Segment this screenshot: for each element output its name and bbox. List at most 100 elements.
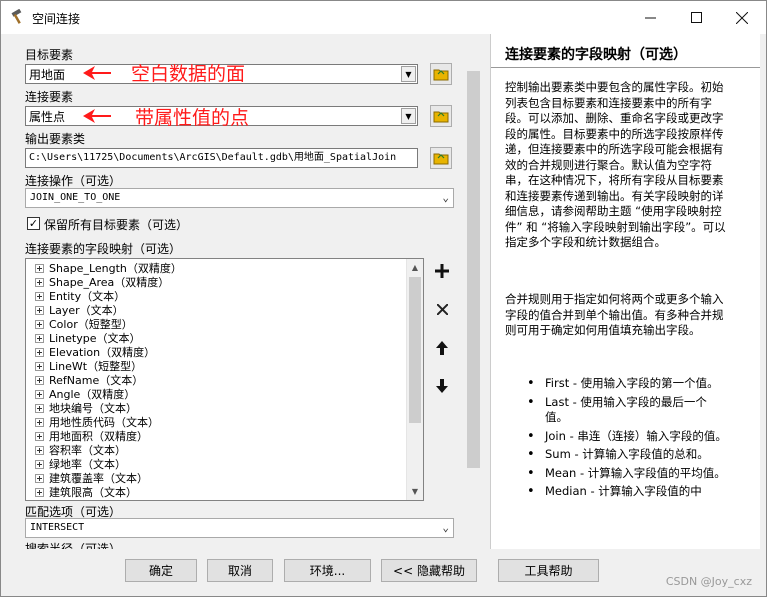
join-operation-dropdown[interactable]: JOIN_ONE_TO_ONE ⌄ xyxy=(25,188,454,208)
move-up-button[interactable] xyxy=(431,337,453,359)
title-bar[interactable]: 空间连接 xyxy=(1,1,766,34)
target-browse-button[interactable] xyxy=(430,63,452,85)
plus-icon xyxy=(435,264,449,278)
join-features-label: 连接要素 xyxy=(25,90,74,104)
join-features-value: 属性点 xyxy=(29,110,66,124)
field-map-label: 连接要素的字段映射（可选） xyxy=(25,242,182,256)
field-map-row[interactable]: 建筑覆盖率（文本） xyxy=(35,471,148,485)
expand-icon[interactable] xyxy=(35,347,44,357)
expand-icon[interactable] xyxy=(35,417,44,427)
maximize-button[interactable] xyxy=(673,1,719,34)
expand-icon[interactable] xyxy=(35,459,44,469)
cancel-button[interactable]: 取消 xyxy=(207,559,273,582)
close-button[interactable] xyxy=(719,1,765,34)
keep-all-label: 保留所有目标要素（可选） xyxy=(44,218,189,232)
expand-icon[interactable] xyxy=(35,305,44,315)
expand-icon[interactable] xyxy=(35,445,44,455)
folder-icon xyxy=(433,69,449,81)
field-map-scrollbar[interactable]: ▲ ▼ xyxy=(406,259,423,500)
field-map-row[interactable]: Layer（文本） xyxy=(35,303,124,317)
chevron-down-icon: ⌄ xyxy=(442,191,449,204)
annotation-arrow-icon xyxy=(83,66,111,80)
dialog-window: 空间连接 目标要素 用地面 ▼ 连接要素 属性点 ▼ 输出要素类 C:\User… xyxy=(0,0,767,597)
field-map-row[interactable]: Color（短整型） xyxy=(35,317,133,331)
merge-rules-list: First - 使用输入字段的第一个值。 Last - 使用输入字段的最后一个值… xyxy=(527,376,727,503)
field-map-row[interactable]: Linetype（文本） xyxy=(35,331,141,345)
list-item: First - 使用输入字段的第一个值。 xyxy=(527,376,727,392)
field-map-row[interactable]: 用地面积（双精度） xyxy=(35,429,148,443)
output-browse-button[interactable] xyxy=(430,147,452,169)
expand-icon[interactable] xyxy=(35,333,44,343)
match-option-dropdown[interactable]: INTERSECT ⌄ xyxy=(25,518,454,538)
scroll-thumb[interactable] xyxy=(409,277,421,423)
field-map-row[interactable]: Shape_Area（双精度） xyxy=(35,275,169,289)
hide-help-button[interactable]: << 隐藏帮助 xyxy=(381,559,477,582)
ok-button[interactable]: 确定 xyxy=(125,559,197,582)
field-map-list[interactable]: Shape_Length（双精度） Shape_Area（双精度） Entity（文… xyxy=(25,258,424,501)
expand-icon[interactable] xyxy=(35,291,44,301)
field-map-row[interactable]: Entity（文本） xyxy=(35,289,125,303)
expand-icon[interactable] xyxy=(35,375,44,385)
folder-icon xyxy=(433,111,449,123)
hammer-icon xyxy=(11,9,22,24)
field-map-row[interactable]: 容积率（文本） xyxy=(35,443,126,457)
expand-icon[interactable] xyxy=(35,361,44,371)
help-title: 连接要素的字段映射（可选） xyxy=(505,47,687,63)
button-bar: 确定 取消 环境... << 隐藏帮助 工具帮助 CSDN @Joy_cxz xyxy=(1,549,766,596)
expand-icon[interactable] xyxy=(35,389,44,399)
environments-button[interactable]: 环境... xyxy=(284,559,371,582)
list-item: Sum - 计算输入字段值的总和。 xyxy=(527,447,727,463)
list-item: Median - 计算输入字段值的中 xyxy=(527,484,727,500)
field-map-row[interactable]: 建筑限高（文本） xyxy=(35,485,137,499)
chevron-down-icon[interactable]: ▼ xyxy=(401,66,416,82)
expand-icon[interactable] xyxy=(35,431,44,441)
help-paragraph: 合并规则用于指定如何将两个或更多个输入字段的值合并到单个输出值。有多种合并规则可… xyxy=(505,292,724,337)
close-icon xyxy=(736,11,748,24)
output-feature-class-value: C:\Users\11725\Documents\ArcGIS\Default.… xyxy=(29,152,397,163)
search-radius-label: 搜索半径（可选） xyxy=(25,542,122,549)
panel-scroll-thumb[interactable] xyxy=(467,71,480,468)
join-annotation: 带属性值的点 xyxy=(135,107,250,129)
minimize-button[interactable] xyxy=(627,1,673,34)
field-map-row[interactable]: LineWt（短整型） xyxy=(35,359,142,373)
folder-icon xyxy=(433,153,449,165)
output-feature-class-input[interactable]: C:\Users\11725\Documents\ArcGIS\Default.… xyxy=(25,148,418,168)
window-title: 空间连接 xyxy=(32,12,81,26)
field-map-row[interactable]: RefName（文本） xyxy=(35,373,143,387)
expand-icon[interactable] xyxy=(35,263,44,273)
field-map-row[interactable]: Elevation（双精度） xyxy=(35,345,155,359)
minimize-icon xyxy=(644,17,656,19)
target-annotation: 空白数据的面 xyxy=(131,63,246,85)
delete-field-button[interactable] xyxy=(431,298,453,320)
list-item: Join - 串连（连接）输入字段的值。 xyxy=(527,429,727,445)
arrow-up-icon xyxy=(436,341,448,355)
expand-icon[interactable] xyxy=(35,277,44,287)
field-map-row[interactable]: Shape_Length（双精度） xyxy=(35,261,182,275)
join-operation-label: 连接操作（可选） xyxy=(25,174,122,188)
chevron-down-icon[interactable]: ▼ xyxy=(401,108,416,124)
target-features-value: 用地面 xyxy=(29,68,66,82)
add-field-button[interactable] xyxy=(431,260,453,282)
field-map-row[interactable]: 地块编号（文本） xyxy=(35,401,137,415)
field-map-row[interactable]: 用地性质代码（文本） xyxy=(35,415,159,429)
annotation-arrow-icon xyxy=(83,109,111,123)
field-map-row[interactable]: Angle（双精度） xyxy=(35,387,135,401)
scroll-up-icon[interactable]: ▲ xyxy=(407,259,423,276)
field-map-row[interactable]: 绿地率（文本） xyxy=(35,457,126,471)
panel-scrollbar[interactable] xyxy=(465,34,482,549)
expand-icon[interactable] xyxy=(35,473,44,483)
maximize-icon xyxy=(690,12,702,23)
delete-icon xyxy=(436,303,448,315)
join-browse-button[interactable] xyxy=(430,105,452,127)
move-down-button[interactable] xyxy=(431,375,453,397)
expand-icon[interactable] xyxy=(35,403,44,413)
expand-icon[interactable] xyxy=(35,319,44,329)
scroll-down-icon[interactable]: ▼ xyxy=(407,483,423,500)
help-paragraph: 控制输出要素类中要包含的属性字段。初始列表包含目标要素和连接要素中的所有字段。可… xyxy=(505,80,726,249)
help-panel: 连接要素的字段映射（可选） 控制输出要素类中要包含的属性字段。初始列表包含目标要… xyxy=(490,34,760,549)
list-item: Last - 使用输入字段的最后一个值。 xyxy=(527,395,727,426)
expand-icon[interactable] xyxy=(35,487,44,497)
help-divider xyxy=(491,67,760,68)
tool-help-button[interactable]: 工具帮助 xyxy=(498,559,599,582)
keep-all-checkbox[interactable]: ✓ xyxy=(27,217,40,230)
